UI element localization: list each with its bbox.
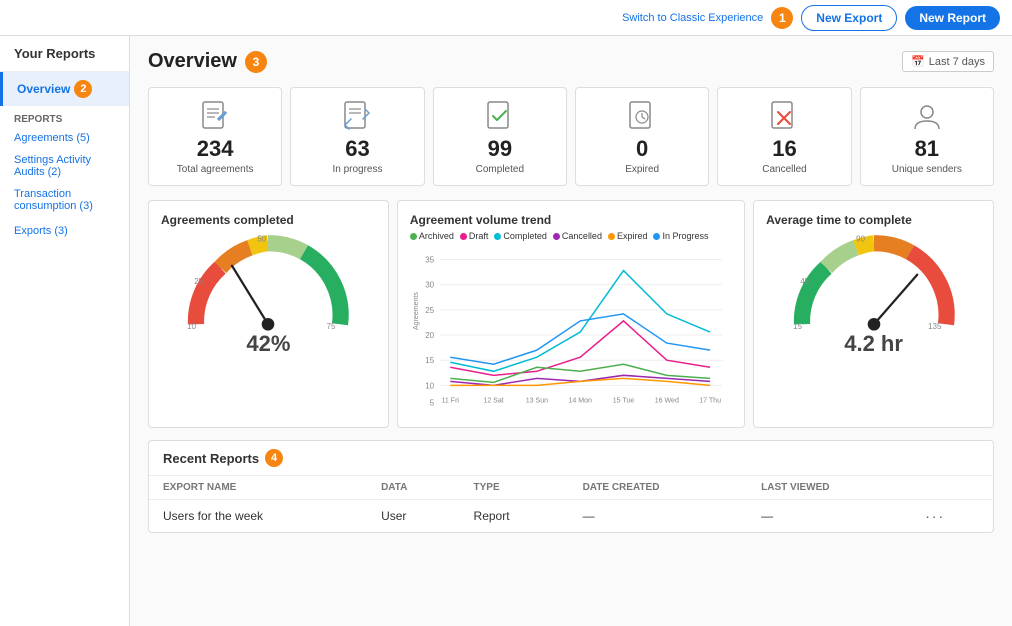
inprogress-icon	[339, 98, 375, 136]
gauge2-title: Average time to complete	[766, 213, 912, 227]
badge-4: 4	[265, 449, 283, 467]
col-type: Type	[460, 476, 569, 500]
expired-icon	[624, 98, 660, 136]
col-export-name: Export Name	[149, 476, 367, 500]
svg-text:25: 25	[195, 277, 204, 286]
sidebar: Your Reports Overview 2 REPORTS Agreemen…	[0, 36, 130, 626]
report-data: User	[367, 500, 459, 533]
gauge-card-1: Agreements completed	[148, 200, 389, 428]
report-last-viewed: —	[747, 500, 911, 533]
badge-3: 3	[245, 51, 267, 73]
total-icon	[197, 98, 233, 136]
line-chart-svg: 35 30 25 20 15 10 5 11 Fri 12 Sat 13 Sun…	[410, 245, 732, 415]
stat-number-expired: 0	[636, 136, 648, 162]
report-date-created: —	[569, 500, 748, 533]
date-filter-label: Last 7 days	[929, 56, 985, 68]
col-date-created: Date Created	[569, 476, 748, 500]
stat-number-inprogress: 63	[345, 136, 369, 162]
svg-text:90: 90	[856, 234, 865, 243]
stat-number-completed: 99	[488, 136, 512, 162]
date-filter[interactable]: 📅 Last 7 days	[902, 51, 994, 72]
sidebar-item-exports[interactable]: Exports (3)	[0, 217, 129, 245]
recent-reports-card: Recent Reports 4 Export Name Data Type D…	[148, 440, 994, 533]
stat-card-cancelled: 16 Cancelled	[717, 87, 851, 186]
sidebar-reports-section: REPORTS	[0, 106, 129, 127]
col-actions	[911, 476, 993, 500]
legend-item-expired: Expired	[608, 231, 648, 241]
stat-label-senders: Unique senders	[892, 164, 962, 175]
stat-label-total: Total agreements	[177, 164, 254, 175]
stat-card-completed: 99 Completed	[433, 87, 567, 186]
svg-text:Agreements: Agreements	[413, 292, 420, 330]
col-last-viewed: Last Viewed	[747, 476, 911, 500]
svg-text:25: 25	[425, 306, 434, 315]
legend-item-cancelled: Cancelled	[553, 231, 602, 241]
svg-text:20: 20	[425, 331, 434, 340]
badge-1: 1	[771, 7, 793, 29]
recent-reports-table: Export Name Data Type Date Created Last …	[149, 476, 993, 532]
senders-icon	[909, 98, 945, 136]
svg-text:50: 50	[258, 234, 267, 243]
svg-text:5: 5	[430, 399, 435, 408]
completed-icon	[482, 98, 518, 136]
svg-text:13 Sun: 13 Sun	[526, 398, 548, 405]
sidebar-item-transaction[interactable]: Transaction consumption (3)	[0, 183, 129, 217]
stat-number-total: 234	[197, 136, 234, 162]
cancelled-icon	[766, 98, 802, 136]
svg-text:14 Mon: 14 Mon	[568, 398, 592, 405]
calendar-icon: 📅	[911, 55, 925, 68]
gauge1-title: Agreements completed	[161, 213, 294, 227]
sidebar-item-settings-activity[interactable]: Settings Activity Audits (2)	[0, 149, 129, 183]
stat-label-inprogress: In progress	[332, 164, 382, 175]
main-content: Overview 3 📅 Last 7 days 234 Total agree…	[130, 36, 1012, 626]
sidebar-item-overview[interactable]: Overview 2	[0, 72, 129, 106]
svg-text:16 Wed: 16 Wed	[655, 398, 679, 405]
svg-text:15: 15	[793, 322, 802, 331]
legend-item-draft: Draft	[460, 231, 489, 241]
stat-card-expired: 0 Expired	[575, 87, 709, 186]
svg-text:35: 35	[425, 256, 434, 265]
stat-number-senders: 81	[915, 136, 939, 162]
stat-number-cancelled: 16	[772, 136, 796, 162]
svg-text:11 Fri: 11 Fri	[441, 398, 459, 405]
new-report-button[interactable]: New Report	[905, 6, 1000, 30]
gauge-card-2: Average time to complete 15 135 90 45	[753, 200, 994, 428]
stat-label-completed: Completed	[476, 164, 524, 175]
stat-card-senders: 81 Unique senders	[860, 87, 994, 186]
col-data: Data	[367, 476, 459, 500]
page-title: Overview	[148, 50, 237, 73]
overview-label: Overview	[17, 82, 70, 96]
stat-card-total: 234 Total agreements	[148, 87, 282, 186]
svg-text:75: 75	[327, 322, 336, 331]
report-more-button[interactable]: ···	[911, 500, 993, 533]
svg-text:17 Thu: 17 Thu	[699, 398, 721, 405]
stat-label-cancelled: Cancelled	[762, 164, 806, 175]
svg-text:10: 10	[187, 322, 196, 331]
switch-classic-link[interactable]: Switch to Classic Experience	[622, 12, 763, 24]
new-export-button[interactable]: New Export	[801, 5, 897, 31]
line-chart-card: Agreement volume trend Archived Draft Co…	[397, 200, 745, 428]
recent-reports-title: Recent Reports	[163, 451, 259, 466]
report-name: Users for the week	[149, 500, 367, 533]
table-row: Users for the week User Report — — ···	[149, 500, 993, 533]
legend-item-archived: Archived	[410, 231, 454, 241]
your-reports-title: Your Reports	[0, 36, 129, 72]
svg-text:30: 30	[425, 281, 434, 290]
svg-text:135: 135	[928, 322, 942, 331]
line-chart-title: Agreement volume trend	[410, 213, 732, 227]
sidebar-item-agreements[interactable]: Agreements (5)	[0, 127, 129, 149]
svg-text:15 Tue: 15 Tue	[613, 398, 635, 405]
stat-label-expired: Expired	[625, 164, 659, 175]
badge-2: 2	[74, 80, 92, 98]
svg-text:12 Sat: 12 Sat	[483, 398, 503, 405]
svg-text:45: 45	[800, 277, 809, 286]
legend-item-completed: Completed	[494, 231, 547, 241]
svg-text:15: 15	[425, 356, 434, 365]
stat-card-inprogress: 63 In progress	[290, 87, 424, 186]
svg-text:10: 10	[425, 381, 434, 390]
report-type: Report	[460, 500, 569, 533]
legend-item-inprogress: In Progress	[653, 231, 708, 241]
